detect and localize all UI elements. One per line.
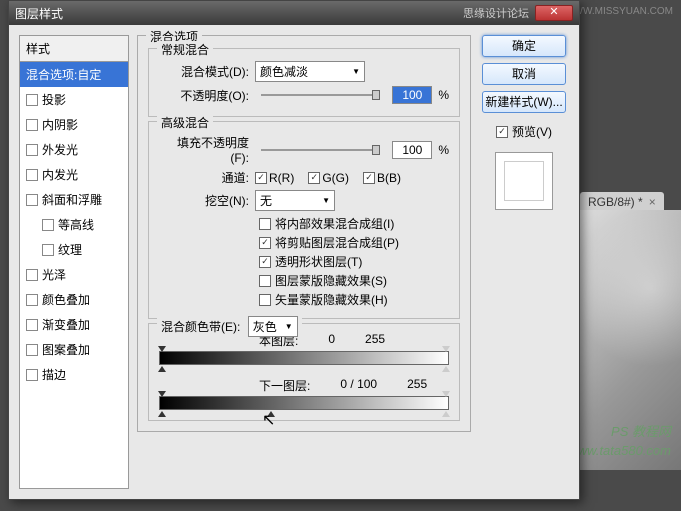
adv-opt-checkbox-0[interactable]: [259, 218, 271, 230]
knockout-select[interactable]: 无▼: [255, 190, 335, 211]
preview-checkbox[interactable]: [496, 126, 508, 138]
style-checkbox[interactable]: [26, 144, 38, 156]
blend-options-group: 混合选项 常规混合 混合模式(D): 颜色减淡▼ 不透明度(O): 100 %: [137, 35, 471, 432]
style-item-3[interactable]: 外发光: [20, 137, 128, 162]
layer-style-dialog: 图层样式 思缘设计论坛 ✕ 样式 混合选项:自定投影内阴影外发光内发光斜面和浮雕…: [8, 0, 580, 500]
style-item-7[interactable]: 纹理: [20, 237, 128, 262]
this-layer-gradient[interactable]: [159, 351, 449, 365]
general-blend-group: 常规混合 混合模式(D): 颜色减淡▼ 不透明度(O): 100 %: [148, 48, 460, 117]
style-item-4[interactable]: 内发光: [20, 162, 128, 187]
opacity-label: 不透明度(O):: [159, 87, 249, 104]
adv-opt-checkbox-2[interactable]: [259, 256, 271, 268]
dialog-subtitle: 思缘设计论坛: [463, 5, 529, 21]
style-item-1[interactable]: 投影: [20, 87, 128, 112]
style-checkbox[interactable]: [26, 344, 38, 356]
titlebar[interactable]: 图层样式 思缘设计论坛 ✕: [9, 1, 579, 25]
channel-g-checkbox[interactable]: [308, 172, 320, 184]
chevron-down-icon: ▼: [322, 196, 330, 205]
ok-button[interactable]: 确定: [482, 35, 566, 57]
style-checkbox[interactable]: [26, 319, 38, 331]
style-checkbox[interactable]: [26, 169, 38, 181]
style-item-12[interactable]: 描边: [20, 362, 128, 387]
opacity-slider[interactable]: [261, 94, 380, 96]
adv-opt-checkbox-1[interactable]: [259, 237, 271, 249]
opacity-input[interactable]: 100: [392, 86, 432, 104]
style-checkbox[interactable]: [26, 294, 38, 306]
styles-list: 样式 混合选项:自定投影内阴影外发光内发光斜面和浮雕等高线纹理光泽颜色叠加渐变叠…: [19, 35, 129, 489]
underlying-layer-label: 下一图层:: [259, 377, 310, 394]
watermark-text-1: PS 教程网: [611, 421, 671, 440]
blend-mode-select[interactable]: 颜色减淡▼: [255, 61, 365, 82]
style-checkbox[interactable]: [42, 219, 54, 231]
canvas-image: PS 教程网 www.tata580.com: [580, 210, 681, 470]
fill-opacity-label: 填充不透明度(F):: [159, 134, 249, 165]
watermark-text-2: www.tata580.com: [580, 443, 671, 458]
chevron-down-icon: ▼: [352, 67, 360, 76]
preview-label: 预览(V): [512, 123, 552, 140]
watermark-url: WWW.MISSYUAN.COM: [564, 6, 673, 17]
preview-swatch: [495, 152, 553, 210]
style-item-8[interactable]: 光泽: [20, 262, 128, 287]
style-checkbox[interactable]: [26, 119, 38, 131]
channels-label: 通道:: [159, 169, 249, 186]
blend-mode-label: 混合模式(D):: [159, 63, 249, 80]
style-item-10[interactable]: 渐变叠加: [20, 312, 128, 337]
style-item-2[interactable]: 内阴影: [20, 112, 128, 137]
style-item-5[interactable]: 斜面和浮雕: [20, 187, 128, 212]
blend-if-group: 混合颜色带(E): 灰色▼ 本图层: 0 255 下一图层:: [148, 323, 460, 421]
style-item-11[interactable]: 图案叠加: [20, 337, 128, 362]
style-item-9[interactable]: 颜色叠加: [20, 287, 128, 312]
document-tab[interactable]: RGB/8#) *×: [580, 192, 664, 212]
fill-opacity-slider[interactable]: [261, 149, 380, 151]
styles-header: 样式: [20, 36, 128, 62]
blend-if-select[interactable]: 灰色▼: [248, 316, 298, 337]
style-item-6[interactable]: 等高线: [20, 212, 128, 237]
adv-opt-checkbox-3[interactable]: [259, 275, 271, 287]
style-checkbox[interactable]: [26, 94, 38, 106]
underlying-layer-gradient[interactable]: [159, 396, 449, 410]
adv-opt-checkbox-4[interactable]: [259, 294, 271, 306]
cancel-button[interactable]: 取消: [482, 63, 566, 85]
style-checkbox[interactable]: [26, 369, 38, 381]
new-style-button[interactable]: 新建样式(W)...: [482, 91, 566, 113]
fill-opacity-input[interactable]: 100: [392, 141, 432, 159]
channel-r-checkbox[interactable]: [255, 172, 267, 184]
knockout-label: 挖空(N):: [159, 192, 249, 209]
close-button[interactable]: ✕: [535, 5, 573, 21]
style-checkbox[interactable]: [26, 269, 38, 281]
advanced-blend-group: 高级混合 填充不透明度(F): 100 % 通道: R(R) G(G) B(B): [148, 121, 460, 319]
channel-b-checkbox[interactable]: [363, 172, 375, 184]
advanced-blend-title: 高级混合: [157, 114, 213, 131]
dialog-title: 图层样式: [15, 5, 463, 22]
blend-if-title: 混合颜色带(E):: [161, 320, 240, 334]
style-checkbox[interactable]: [26, 194, 38, 206]
close-icon[interactable]: ×: [649, 195, 656, 209]
style-item-0[interactable]: 混合选项:自定: [20, 62, 128, 87]
general-blend-title: 常规混合: [157, 41, 213, 58]
style-checkbox[interactable]: [42, 244, 54, 256]
